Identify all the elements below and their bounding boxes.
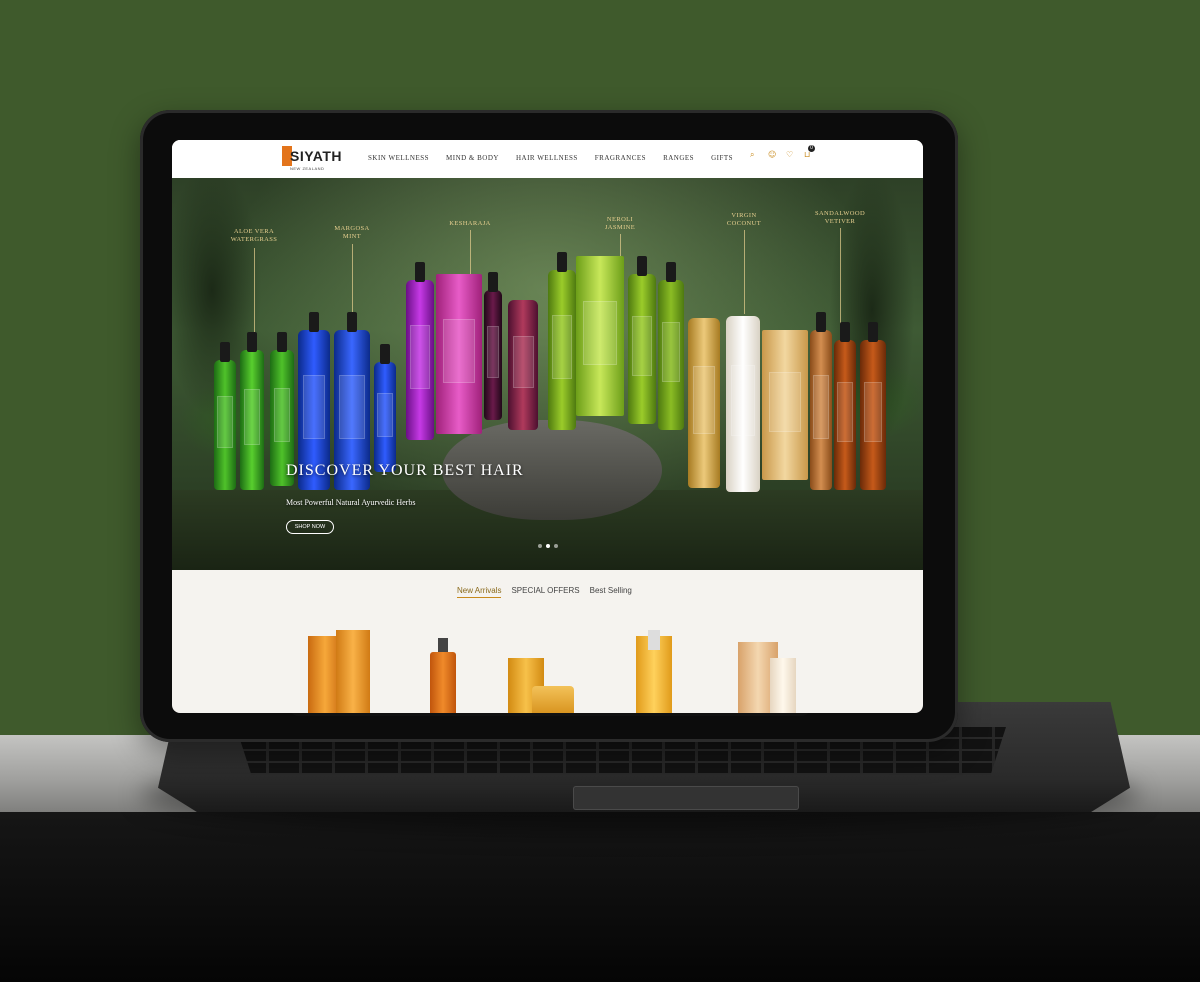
nav-item-ranges[interactable]: RANGES <box>663 154 694 162</box>
carousel-dots <box>538 544 558 548</box>
nav-item-fragrances[interactable]: FRAGRANCES <box>595 154 646 162</box>
hero-label-aloe-vera: ALOE VERA WATERGRASS <box>230 228 278 243</box>
product-card[interactable] <box>508 650 574 713</box>
carousel-dot[interactable] <box>554 544 558 548</box>
product-bottle-neroli <box>658 262 684 430</box>
tab-special-offers[interactable]: SPECIAL OFFERS <box>511 586 579 598</box>
product-bottle-kesharaja <box>484 272 502 420</box>
carousel-dot-active[interactable] <box>546 544 550 548</box>
product-tube-neroli <box>576 256 624 416</box>
product-bottle-sandalwood <box>810 312 832 490</box>
nav-item-hair-wellness[interactable]: HAIR WELLNESS <box>516 154 578 162</box>
hero-label-kesharaja: KESHARAJA <box>449 220 491 227</box>
product-bottle-coconut <box>726 316 760 492</box>
hero-title: DISCOVER YOUR BEST HAIR <box>286 462 524 479</box>
product-grid <box>302 626 822 713</box>
logo-subtext: NEW ZEALAND <box>290 166 325 171</box>
leader-line <box>254 248 255 338</box>
tab-best-selling[interactable]: Best Selling <box>590 586 632 598</box>
leader-line <box>840 228 841 328</box>
product-bottle-sandalwood <box>834 322 856 490</box>
product-bottle-sandalwood <box>860 322 886 490</box>
product-card[interactable] <box>636 630 672 713</box>
nav-item-skin-wellness[interactable]: SKIN WELLNESS <box>368 154 429 162</box>
laptop-touchpad <box>573 786 799 810</box>
pedestal-front <box>0 812 1200 982</box>
carousel-dot[interactable] <box>538 544 542 548</box>
product-tabs: New Arrivals SPECIAL OFFERS Best Selling <box>457 586 632 598</box>
product-tube-kesharaja <box>436 274 482 434</box>
cart-count-badge: 0 <box>808 145 815 152</box>
product-bottle-margosa <box>374 344 396 472</box>
nav-item-gifts[interactable]: GIFTS <box>711 154 733 162</box>
hero-label-margosa: MARGOSA MINT <box>334 225 370 240</box>
leader-line <box>470 230 471 280</box>
product-box-kesharaja <box>508 300 538 430</box>
product-bottle-neroli <box>628 256 656 424</box>
hero-label-sandalwood: SANDALWOOD VETIVER <box>814 210 866 225</box>
product-bottle-coconut <box>688 318 720 488</box>
leader-line <box>744 230 745 314</box>
wishlist-icon[interactable]: ♡ <box>786 150 795 159</box>
user-icon[interactable]: ☺ <box>768 150 777 159</box>
product-card[interactable] <box>430 638 456 713</box>
product-bottle-aloe <box>240 332 264 490</box>
tab-new-arrivals[interactable]: New Arrivals <box>457 586 502 598</box>
product-bottle-kesharaja <box>406 262 434 440</box>
site-logo[interactable]: SIYATH NEW ZEALAND <box>282 146 352 174</box>
hero-subtitle: Most Powerful Natural Ayurvedic Herbs <box>286 498 416 507</box>
nav-item-mind-body[interactable]: MIND & BODY <box>446 154 499 162</box>
top-navbar: SIYATH NEW ZEALAND SKIN WELLNESS MIND & … <box>172 140 923 178</box>
laptop-screen: ALOE VERA WATERGRASS MARGOSA MINT KESHARAJ… <box>172 140 923 713</box>
product-card[interactable] <box>308 630 370 713</box>
search-icon[interactable]: ⌕ <box>750 150 759 159</box>
product-bottle-aloe <box>214 342 236 490</box>
header-icons: ⌕ ☺ ♡ ⊔ <box>750 150 813 159</box>
hero-label-virgin-coconut: VIRGIN COCONUT <box>726 212 762 227</box>
shop-now-button[interactable]: SHOP NOW <box>286 520 334 534</box>
main-menu: SKIN WELLNESS MIND & BODY HAIR WELLNESS … <box>368 154 733 162</box>
product-tube-coconut <box>762 330 808 480</box>
hero-banner: ALOE VERA WATERGRASS MARGOSA MINT KESHARAJ… <box>172 170 923 570</box>
product-bottle-neroli <box>548 252 576 430</box>
product-card[interactable] <box>738 636 800 713</box>
logo-text: SIYATH <box>290 148 343 164</box>
hero-label-neroli: NEROLI JASMINE <box>604 216 636 231</box>
